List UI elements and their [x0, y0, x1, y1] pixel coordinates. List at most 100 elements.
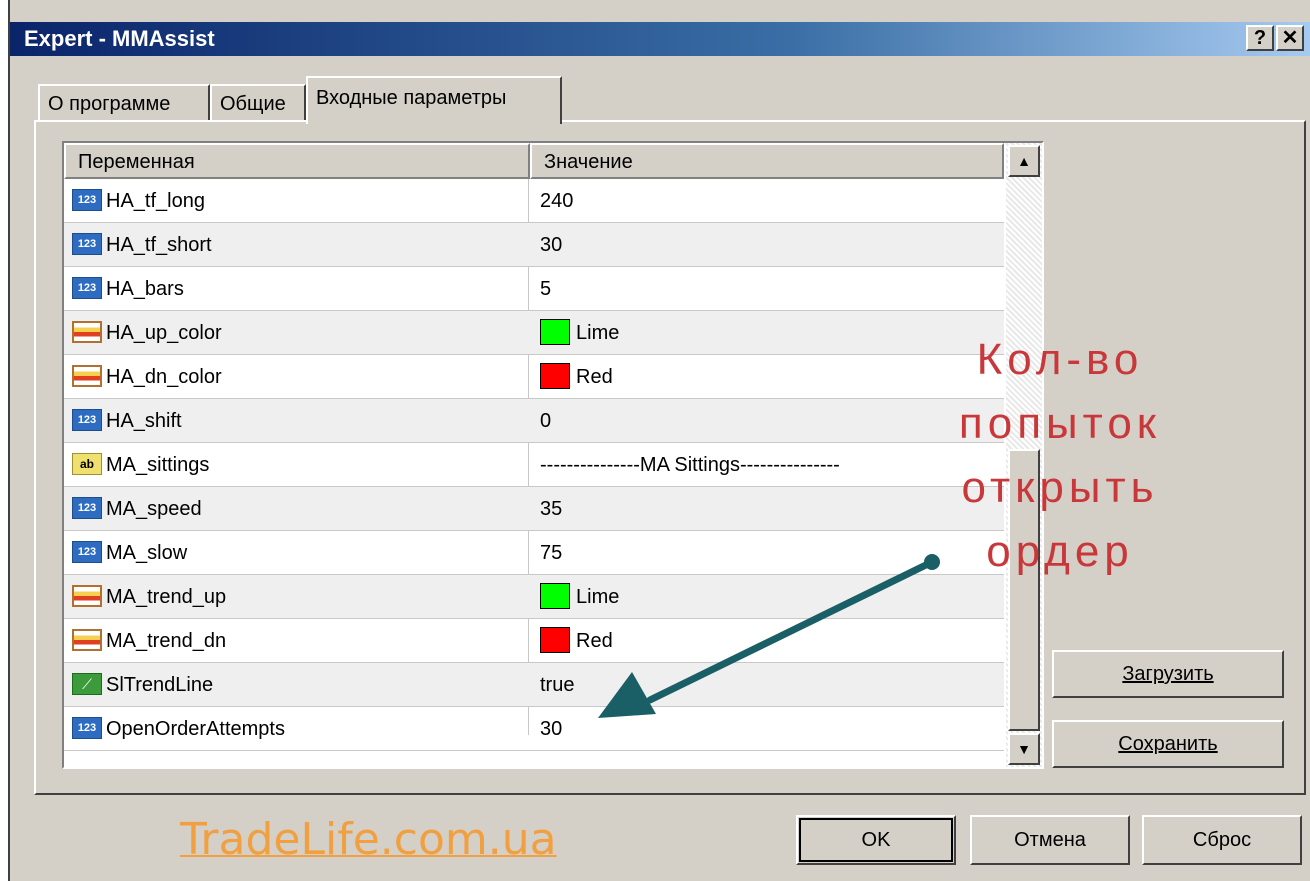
variable-name: SlTrendLine [106, 674, 214, 696]
variable-name: HA_bars [106, 278, 184, 300]
value-cell[interactable]: 240 [540, 179, 573, 223]
table-row[interactable]: 123 MA_speed 35 [64, 487, 1004, 531]
variable-value: Red [576, 630, 613, 652]
variable-name: MA_trend_up [106, 586, 227, 608]
tab-common[interactable]: Общие [210, 84, 306, 122]
window-title: Expert - MMAssist [24, 26, 215, 51]
color-icon [72, 584, 102, 607]
variable-cell: 123 HA_tf_short [72, 223, 212, 267]
save-button-label: Сохранить [1118, 733, 1218, 755]
close-button[interactable]: ✕ [1276, 25, 1304, 51]
variable-name: MA_trend_dn [106, 630, 227, 652]
column-header-value[interactable]: Значение [530, 143, 1004, 179]
color-swatch [540, 626, 570, 653]
variable-value: Lime [576, 586, 620, 608]
variable-cell: 123 HA_tf_long [72, 179, 205, 223]
table-row[interactable]: 123 HA_tf_short 30 [64, 223, 1004, 267]
table-row[interactable]: 123 MA_slow 75 [64, 531, 1004, 575]
color-swatch [540, 362, 570, 389]
number-icon: 123 [72, 188, 102, 211]
color-swatch [540, 582, 570, 609]
variable-cell: 123 HA_shift [72, 399, 182, 443]
table-row[interactable]: MA_trend_up Lime [64, 575, 1004, 619]
scroll-up-button[interactable]: ▲ [1008, 145, 1040, 177]
tab-about[interactable]: О программе [38, 84, 210, 122]
number-icon: 123 [72, 232, 102, 255]
table-row[interactable]: 123 HA_bars 5 [64, 267, 1004, 311]
value-cell[interactable]: 35 [540, 487, 562, 531]
table-row[interactable]: 123 OpenOrderAttempts 30 [64, 707, 1004, 751]
value-cell[interactable]: 0 [540, 399, 551, 443]
variable-name: OpenOrderAttempts [106, 718, 285, 740]
variable-cell: ⟋ SlTrendLine [72, 663, 213, 707]
save-button[interactable]: Сохранить [1052, 720, 1284, 768]
watermark: TradeLife.com.ua [180, 814, 557, 865]
color-icon [72, 628, 102, 651]
bool-icon: ⟋ [72, 672, 102, 695]
value-cell[interactable]: true [540, 663, 574, 707]
load-button-label: Загрузить [1122, 663, 1214, 685]
variable-value: 30 [540, 234, 563, 256]
variable-name: HA_tf_long [106, 190, 205, 212]
value-cell[interactable]: Red [540, 355, 613, 399]
color-icon [72, 364, 102, 387]
variable-cell: MA_trend_up [72, 575, 226, 619]
table-row[interactable]: HA_up_color Lime [64, 311, 1004, 355]
value-cell[interactable]: Lime [540, 575, 619, 619]
variable-name: MA_slow [106, 542, 188, 564]
variable-name: MA_sittings [106, 454, 210, 476]
string-icon: ab [72, 452, 102, 475]
number-icon: 123 [72, 496, 102, 519]
help-button[interactable]: ? [1246, 25, 1274, 51]
parameters-grid: Переменная Значение 123 HA_tf_long 240 123 H… [62, 141, 1044, 769]
value-cell[interactable]: Lime [540, 311, 619, 355]
tab-input-parameters[interactable]: Входные параметры [306, 76, 562, 124]
annotation-text: Кол-во попыток открыть ордер [958, 335, 1162, 576]
column-header-variable[interactable]: Переменная [64, 143, 530, 179]
variable-cell: ab MA_sittings [72, 443, 209, 487]
variable-value: 75 [540, 542, 563, 564]
value-cell[interactable]: Red [540, 619, 613, 663]
table-row[interactable]: 123 HA_shift 0 [64, 399, 1004, 443]
variable-name: HA_shift [106, 410, 182, 432]
table-row[interactable]: 123 HA_tf_long 240 [64, 179, 1004, 223]
value-cell[interactable]: 75 [540, 531, 562, 575]
variable-cell: 123 HA_bars [72, 267, 184, 311]
variable-cell: MA_trend_dn [72, 619, 226, 663]
variable-cell: 123 OpenOrderAttempts [72, 707, 285, 751]
table-row[interactable]: HA_dn_color Red [64, 355, 1004, 399]
table-row[interactable]: ⟋ SlTrendLine true [64, 663, 1004, 707]
variable-value: Red [576, 366, 613, 388]
variable-name: MA_speed [106, 498, 202, 520]
reset-button[interactable]: Сброс [1142, 815, 1302, 865]
table-row[interactable]: MA_trend_dn Red [64, 619, 1004, 663]
value-cell[interactable]: 30 [540, 707, 562, 751]
number-icon: 123 [72, 408, 102, 431]
variable-cell: HA_dn_color [72, 355, 222, 399]
value-cell[interactable]: 30 [540, 223, 562, 267]
color-swatch [540, 318, 570, 345]
value-cell[interactable]: 5 [540, 267, 551, 311]
variable-name: HA_dn_color [106, 366, 222, 388]
scroll-down-button[interactable]: ▼ [1008, 733, 1040, 765]
load-button[interactable]: Загрузить [1052, 650, 1284, 698]
variable-value: 240 [540, 190, 574, 212]
variable-value: 35 [540, 498, 563, 520]
variable-name: HA_up_color [106, 322, 222, 344]
color-icon [72, 320, 102, 343]
value-cell[interactable]: ---------------MA Sittings--------------… [540, 443, 840, 487]
expert-dialog: Expert - MMAssist ? ✕ О программе Общие … [10, 0, 1310, 881]
variable-value: 30 [540, 718, 563, 740]
variable-value: 5 [540, 278, 552, 300]
table-row[interactable]: ab MA_sittings ---------------MA Sittings-… [64, 443, 1004, 487]
variable-value: Lime [576, 322, 620, 344]
variable-value: 0 [540, 410, 552, 432]
variable-value: ---------------MA Sittings--------------… [540, 454, 840, 476]
grid-header: Переменная Значение [64, 143, 1004, 179]
cancel-button[interactable]: Отмена [970, 815, 1130, 865]
variable-cell: 123 MA_slow [72, 531, 187, 575]
title-bar[interactable]: Expert - MMAssist ? ✕ [10, 22, 1310, 56]
number-icon: 123 [72, 716, 102, 739]
ok-button[interactable]: OK [796, 815, 956, 865]
background-window-edge [0, 0, 10, 881]
